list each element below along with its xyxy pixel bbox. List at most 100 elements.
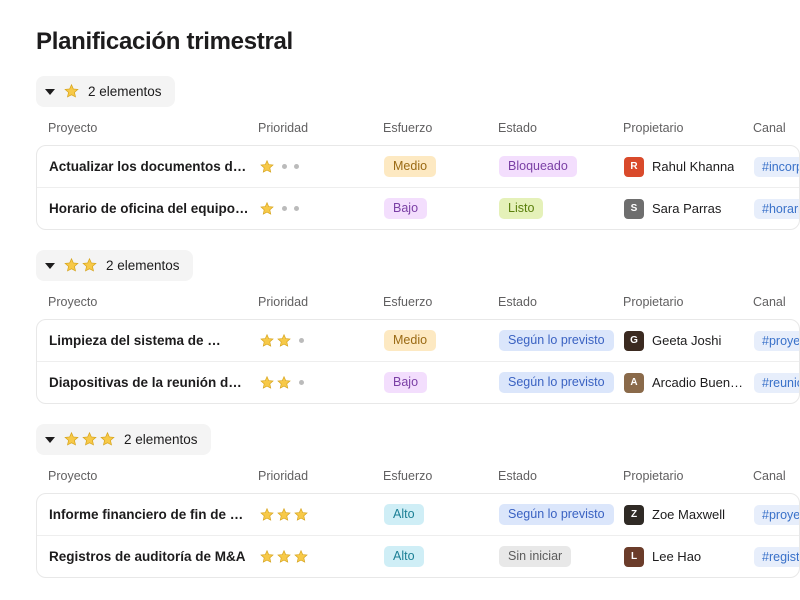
channel-cell[interactable]: #incorporación-e [754, 157, 800, 177]
column-headers: Proyecto Prioridad Esfuerzo Estado Propi… [36, 463, 800, 493]
priority-group: 2 elementos Proyecto Prioridad Esfuerzo … [36, 424, 800, 578]
channel-cell[interactable]: #proyecto-limpie [754, 331, 800, 351]
status-cell[interactable]: Listo [499, 198, 624, 219]
owner-name: Rahul Khanna [652, 159, 734, 174]
owner-name: Arcadio Buen… [652, 375, 743, 390]
priority-cell[interactable] [259, 507, 384, 523]
channel-link[interactable]: #proyecto-inform [754, 505, 800, 525]
effort-pill: Bajo [384, 198, 427, 219]
channel-link[interactable]: #reunión-empres [754, 373, 800, 393]
table-row[interactable]: Diapositivas de la reunión de … Bajo Seg… [37, 361, 799, 403]
col-propietario[interactable]: Propietario [623, 469, 753, 483]
group-count: 2 elementos [106, 258, 180, 273]
owner-name: Lee Hao [652, 549, 701, 564]
star-icon [259, 159, 275, 175]
project-name[interactable]: Registros de auditoría de M&A [49, 549, 259, 564]
owner-cell[interactable]: A Arcadio Buen… [624, 373, 754, 393]
effort-cell[interactable]: Medio [384, 330, 499, 351]
chevron-down-icon [45, 263, 55, 269]
col-esfuerzo[interactable]: Esfuerzo [383, 469, 498, 483]
col-propietario[interactable]: Propietario [623, 295, 753, 309]
priority-cell[interactable] [259, 333, 384, 349]
col-propietario[interactable]: Propietario [623, 121, 753, 135]
col-prioridad[interactable]: Prioridad [258, 121, 383, 135]
effort-cell[interactable]: Medio [384, 156, 499, 177]
group-header[interactable]: 2 elementos [36, 76, 175, 107]
col-prioridad[interactable]: Prioridad [258, 295, 383, 309]
star-icon [259, 201, 275, 217]
owner-cell[interactable]: R Rahul Khanna [624, 157, 754, 177]
status-cell[interactable]: Bloqueado [499, 156, 624, 177]
priority-cell[interactable] [259, 375, 384, 391]
project-name[interactable]: Diapositivas de la reunión de … [49, 375, 259, 390]
effort-pill: Bajo [384, 372, 427, 393]
table-row[interactable]: Limpieza del sistema de … Medio Según lo… [37, 320, 799, 361]
channel-link[interactable]: #registros-proyec [754, 547, 800, 567]
status-pill: Según lo previsto [499, 504, 614, 525]
owner-name: Zoe Maxwell [652, 507, 725, 522]
owner-cell[interactable]: Z Zoe Maxwell [624, 505, 754, 525]
project-name[interactable]: Limpieza del sistema de … [49, 333, 259, 348]
channel-link[interactable]: #incorporación-e [754, 157, 800, 177]
table-row[interactable]: Horario de oficina del equipo … Bajo Lis… [37, 187, 799, 229]
effort-cell[interactable]: Alto [384, 546, 499, 567]
priority-dot [282, 206, 287, 211]
status-cell[interactable]: Sin iniciar [499, 546, 624, 567]
owner-cell[interactable]: L Lee Hao [624, 547, 754, 567]
rows-container: Limpieza del sistema de … Medio Según lo… [36, 319, 800, 404]
group-header[interactable]: 2 elementos [36, 424, 211, 455]
effort-pill: Alto [384, 504, 424, 525]
col-canal[interactable]: Canal [753, 469, 800, 483]
owner-name: Geeta Joshi [652, 333, 721, 348]
col-estado[interactable]: Estado [498, 121, 623, 135]
col-esfuerzo[interactable]: Esfuerzo [383, 121, 498, 135]
col-canal[interactable]: Canal [753, 121, 800, 135]
channel-link[interactable]: #proyecto-limpie [754, 331, 800, 351]
status-cell[interactable]: Según lo previsto [499, 330, 624, 351]
owner-cell[interactable]: S Sara Parras [624, 199, 754, 219]
star-icon [276, 507, 292, 523]
priority-cell[interactable] [259, 159, 384, 175]
star-icon [276, 375, 292, 391]
col-canal[interactable]: Canal [753, 295, 800, 309]
project-name[interactable]: Informe financiero de fin de … [49, 507, 259, 522]
star-icon [259, 375, 275, 391]
priority-cell[interactable] [259, 201, 384, 217]
effort-cell[interactable]: Alto [384, 504, 499, 525]
channel-cell[interactable]: #registros-proyec [754, 547, 800, 567]
star-icon [276, 549, 292, 565]
col-proyecto[interactable]: Proyecto [48, 469, 258, 483]
effort-cell[interactable]: Bajo [384, 372, 499, 393]
channel-link[interactable]: #horario-finanzas [754, 199, 800, 219]
star-icon [276, 333, 292, 349]
priority-dot [294, 206, 299, 211]
avatar: R [624, 157, 644, 177]
group-header[interactable]: 2 elementos [36, 250, 193, 281]
priority-group: 2 elementos Proyecto Prioridad Esfuerzo … [36, 250, 800, 404]
project-name[interactable]: Horario de oficina del equipo … [49, 201, 259, 216]
page-title: Planificación trimestral [36, 28, 800, 56]
col-proyecto[interactable]: Proyecto [48, 295, 258, 309]
table-row[interactable]: Registros de auditoría de M&A Alto Sin i… [37, 535, 799, 577]
effort-cell[interactable]: Bajo [384, 198, 499, 219]
col-esfuerzo[interactable]: Esfuerzo [383, 295, 498, 309]
column-headers: Proyecto Prioridad Esfuerzo Estado Propi… [36, 115, 800, 145]
col-proyecto[interactable]: Proyecto [48, 121, 258, 135]
owner-cell[interactable]: G Geeta Joshi [624, 331, 754, 351]
star-icon [63, 83, 80, 100]
col-prioridad[interactable]: Prioridad [258, 469, 383, 483]
rows-container: Informe financiero de fin de … Alto Segú… [36, 493, 800, 578]
star-icon [293, 507, 309, 523]
channel-cell[interactable]: #proyecto-inform [754, 505, 800, 525]
channel-cell[interactable]: #reunión-empres [754, 373, 800, 393]
rows-container: Actualizar los documentos de… Medio Bloq… [36, 145, 800, 230]
status-cell[interactable]: Según lo previsto [499, 504, 624, 525]
table-row[interactable]: Actualizar los documentos de… Medio Bloq… [37, 146, 799, 187]
channel-cell[interactable]: #horario-finanzas [754, 199, 800, 219]
col-estado[interactable]: Estado [498, 469, 623, 483]
project-name[interactable]: Actualizar los documentos de… [49, 159, 259, 174]
status-cell[interactable]: Según lo previsto [499, 372, 624, 393]
col-estado[interactable]: Estado [498, 295, 623, 309]
table-row[interactable]: Informe financiero de fin de … Alto Segú… [37, 494, 799, 535]
priority-cell[interactable] [259, 549, 384, 565]
